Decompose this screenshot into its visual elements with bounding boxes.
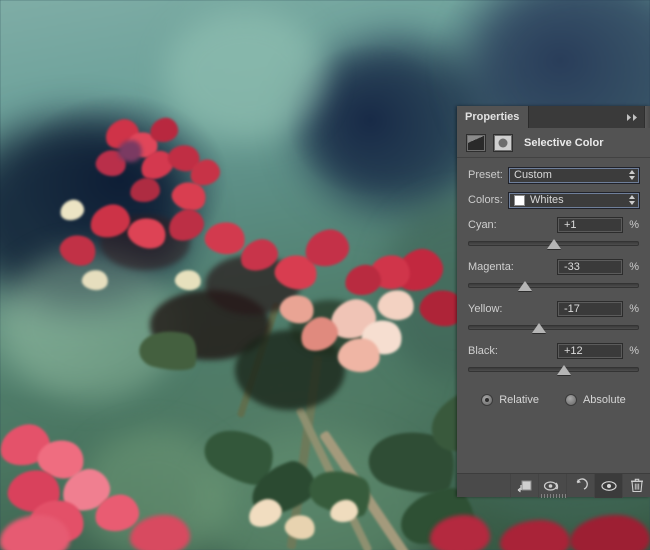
panel-resize-grip[interactable] bbox=[540, 494, 567, 498]
slider-group: Black: +12% bbox=[457, 342, 650, 376]
slider-value-input[interactable]: -33 bbox=[557, 258, 623, 275]
tab-properties[interactable]: Properties bbox=[457, 106, 530, 128]
slider-unit: % bbox=[629, 302, 639, 315]
preset-dropdown[interactable]: Custom bbox=[508, 166, 640, 184]
panel-tab-bar: Properties bbox=[457, 106, 650, 128]
stepper-arrows-icon[interactable] bbox=[627, 194, 636, 207]
radio-absolute[interactable]: Absolute bbox=[564, 394, 626, 406]
slider-track[interactable] bbox=[468, 280, 639, 292]
tab-bar-filler bbox=[529, 106, 622, 128]
colors-dropdown[interactable]: Whites bbox=[508, 191, 640, 209]
slider-handle[interactable] bbox=[518, 281, 533, 291]
slider-unit: % bbox=[629, 218, 639, 231]
colors-value: Whites bbox=[530, 194, 564, 206]
color-swatch bbox=[514, 194, 525, 206]
radio-relative-dot[interactable] bbox=[481, 394, 494, 406]
bokeh-blob bbox=[165, 10, 325, 140]
panel-bottom-toolbar bbox=[457, 473, 650, 498]
layer-mask-thumbnail-icon[interactable] bbox=[493, 133, 513, 152]
flower-petal bbox=[0, 515, 70, 550]
flower-petal bbox=[148, 116, 180, 144]
clip-to-layer-icon[interactable] bbox=[510, 473, 538, 498]
adjustment-header: Selective Color bbox=[457, 128, 650, 158]
slider-list: Cyan: +1% Magenta: -33% Yellow: -17% Black: +12… bbox=[457, 216, 650, 376]
slider-group: Magenta: -33% bbox=[457, 258, 650, 292]
slider-handle[interactable] bbox=[556, 365, 571, 375]
preset-row: Preset: Custom bbox=[457, 165, 650, 185]
slider-label: Cyan: bbox=[468, 218, 497, 231]
screenshot-root: Properties Selective Color Preset: Custo… bbox=[0, 0, 650, 550]
radio-relative[interactable]: Relative bbox=[481, 394, 539, 406]
slider-value-input[interactable]: +12 bbox=[557, 342, 623, 359]
colors-label: Colors: bbox=[468, 194, 503, 206]
panel-drag-grip[interactable] bbox=[644, 106, 650, 128]
reset-icon[interactable] bbox=[566, 473, 594, 498]
radio-relative-label: Relative bbox=[499, 394, 539, 406]
slider-header: Cyan: +1% bbox=[468, 216, 639, 233]
slider-handle[interactable] bbox=[531, 323, 546, 333]
slider-label: Black: bbox=[468, 344, 498, 357]
flower-bud bbox=[173, 267, 203, 293]
slider-rail bbox=[468, 367, 639, 372]
colors-row: Colors: Whites bbox=[457, 190, 650, 210]
slider-header: Magenta: -33% bbox=[468, 258, 639, 275]
adjustment-title: Selective Color bbox=[524, 136, 604, 149]
slider-value-input[interactable]: +1 bbox=[557, 216, 623, 233]
stepper-arrows-icon[interactable] bbox=[627, 169, 636, 182]
slider-label: Yellow: bbox=[468, 302, 503, 315]
double-chevron-right-icon[interactable] bbox=[622, 106, 644, 128]
slider-unit: % bbox=[629, 344, 639, 357]
selective-color-icon[interactable] bbox=[466, 133, 486, 152]
slider-group: Yellow: -17% bbox=[457, 300, 650, 334]
slider-label: Magenta: bbox=[468, 260, 514, 273]
slider-rail bbox=[468, 283, 639, 288]
method-radio-group: Relative Absolute bbox=[457, 394, 650, 406]
slider-handle[interactable] bbox=[547, 239, 562, 249]
slider-header: Black: +12% bbox=[468, 342, 639, 359]
preset-value: Custom bbox=[514, 169, 552, 181]
toggle-visibility-icon[interactable] bbox=[594, 473, 622, 498]
radio-absolute-dot[interactable] bbox=[564, 394, 577, 406]
slider-group: Cyan: +1% bbox=[457, 216, 650, 250]
properties-panel: Properties Selective Color Preset: Custo… bbox=[457, 106, 650, 498]
slider-track[interactable] bbox=[468, 238, 639, 250]
slider-track[interactable] bbox=[468, 364, 639, 376]
slider-track[interactable] bbox=[468, 322, 639, 334]
flower-petal bbox=[500, 520, 570, 550]
slider-value-input[interactable]: -17 bbox=[557, 300, 623, 317]
slider-rail bbox=[468, 325, 639, 330]
delete-icon[interactable] bbox=[622, 473, 650, 498]
flower-petal bbox=[202, 218, 248, 258]
slider-header: Yellow: -17% bbox=[468, 300, 639, 317]
slider-unit: % bbox=[629, 260, 639, 273]
radio-absolute-label: Absolute bbox=[582, 394, 626, 406]
preset-label: Preset: bbox=[468, 169, 503, 181]
